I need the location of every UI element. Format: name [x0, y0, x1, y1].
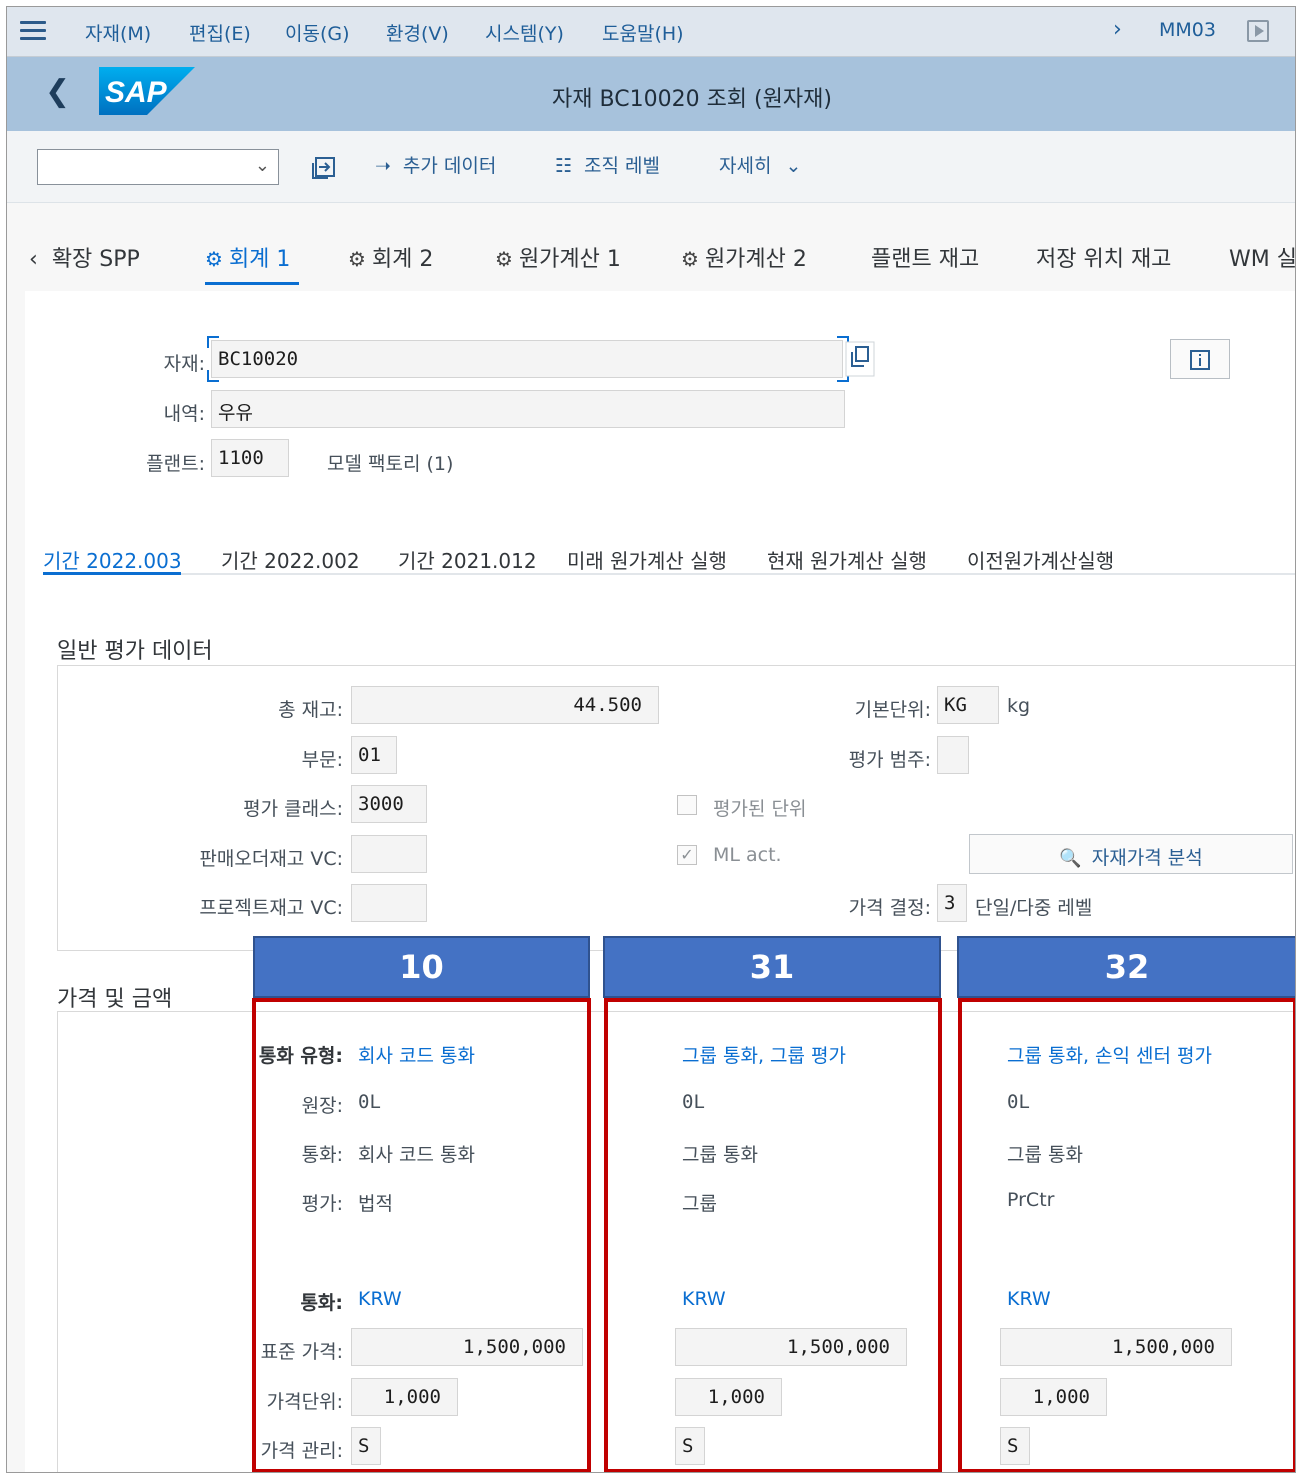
more-button[interactable]: 자세히 ⌄: [719, 151, 801, 178]
price-determination-text: 단일/다중 레벨: [975, 897, 1093, 919]
tab-costing-1[interactable]: ⚙ 원가계산 1: [495, 241, 621, 273]
chevron-down-icon: ⌄: [785, 155, 802, 177]
page-title: 자재 BC10020 조회 (원자재): [552, 87, 832, 112]
focus-corner: [207, 370, 219, 382]
sales-order-stock-vc-label: 판매오더재고 VC:: [199, 848, 343, 870]
menu-help[interactable]: 도움말(H): [602, 19, 684, 46]
org-hierarchy-icon: ☷: [555, 155, 573, 177]
highlight-box-32: [958, 998, 1295, 1472]
project-stock-vc-field[interactable]: [351, 884, 427, 922]
copy-icon[interactable]: [845, 341, 875, 377]
tab-future-costing[interactable]: 미래 원가계산 실행: [567, 545, 727, 574]
ml-act-checkbox[interactable]: ✓: [677, 845, 697, 865]
division-field[interactable]: 01: [351, 736, 397, 774]
base-unit-text: kg: [1007, 695, 1031, 717]
total-stock-field[interactable]: 44.500: [351, 686, 659, 724]
description-field[interactable]: 우유: [211, 390, 845, 428]
highlight-box-10: [252, 998, 591, 1472]
base-unit-label: 기본단위:: [854, 699, 931, 721]
general-valuation-title: 일반 평가 데이터: [57, 639, 213, 664]
arrow-right-icon: ➝: [375, 155, 391, 177]
ml-act-label: ML act.: [713, 844, 782, 866]
tab-current-costing[interactable]: 현재 원가계산 실행: [767, 545, 927, 574]
menu-environment[interactable]: 환경(V): [386, 19, 449, 46]
plant-label: 플랜트:: [146, 453, 205, 475]
tab-period-2021-012[interactable]: 기간 2021.012: [398, 545, 537, 574]
tab-extend-spp[interactable]: ‹ 확장 SPP: [29, 241, 140, 273]
menu-goto[interactable]: 이동(G): [285, 19, 350, 46]
sales-order-stock-vc-field[interactable]: [351, 835, 427, 873]
currency-type-header-10: 10: [253, 936, 590, 998]
tab-period-2022-002[interactable]: 기간 2022.002: [221, 545, 360, 574]
currency-type-header-32: 32: [957, 936, 1295, 998]
sap-window: 자재(M) 편집(E) 이동(G) 환경(V) 시스템(Y) 도움말(H) › …: [6, 6, 1296, 1473]
active-subtab-indicator: [43, 572, 181, 575]
tab-plant-stock[interactable]: 플랜트 재고: [871, 241, 979, 273]
gear-icon: ⚙: [495, 247, 513, 271]
gear-icon: ⚙: [348, 247, 366, 271]
view-tab-bar: ‹ 확장 SPP ⚙ 회계 1 ⚙ 회계 2 ⚙ 원가계산 1 ⚙ 원가계산 2 플랜트 …: [7, 203, 1295, 291]
search-money-icon: 🔍: [1059, 848, 1082, 869]
subtab-divider: [43, 573, 1295, 575]
toolbar: ⌄ ➝ 추가 데이터 ☷ 조직 레벨 자세히 ⌄: [7, 131, 1295, 203]
valuation-class-label: 평가 클래스:: [243, 798, 343, 820]
currency-type-header-31: 31: [603, 936, 941, 998]
description-label: 내역:: [163, 403, 205, 425]
base-unit-field[interactable]: KG: [937, 686, 999, 724]
menu-edit[interactable]: 편집(E): [189, 19, 251, 46]
prices-amounts-title: 가격 및 금액: [57, 987, 173, 1012]
menu-bar: 자재(M) 편집(E) 이동(G) 환경(V) 시스템(Y) 도움말(H) › …: [7, 7, 1295, 57]
valuation-category-label: 평가 범주:: [848, 749, 931, 771]
material-price-analysis-button[interactable]: 🔍 자재가격 분석: [969, 834, 1293, 874]
transaction-code: MM03: [1159, 19, 1216, 41]
material-field[interactable]: BC10020: [211, 340, 843, 378]
info-icon: [1190, 350, 1210, 370]
execute-icon[interactable]: [1247, 20, 1269, 42]
org-levels-button[interactable]: ☷ 조직 레벨: [555, 151, 660, 178]
tab-costing-2[interactable]: ⚙ 원가계산 2: [681, 241, 807, 273]
title-bar: ❮ SAP 자재 BC10020 조회 (원자재): [7, 57, 1295, 131]
chevron-down-icon: ⌄: [254, 155, 270, 176]
toolbar-dropdown[interactable]: ⌄: [37, 149, 279, 185]
tab-storage-location-stock[interactable]: 저장 위치 재고: [1036, 241, 1171, 273]
plant-field[interactable]: 1100: [211, 439, 289, 477]
highlight-box-31: [604, 998, 942, 1472]
tab-previous-costing[interactable]: 이전원가계산실행: [967, 545, 1114, 574]
switch-display-icon[interactable]: [311, 155, 337, 181]
active-tab-indicator: [205, 282, 299, 285]
focus-corner: [207, 336, 219, 348]
tab-accounting-1[interactable]: ⚙ 회계 1: [205, 241, 290, 273]
total-stock-label: 총 재고:: [278, 699, 343, 721]
chevron-right-icon[interactable]: ›: [1113, 17, 1122, 42]
plant-name: 모델 팩토리 (1): [327, 453, 454, 475]
chevron-left-icon: ‹: [29, 247, 38, 272]
hamburger-menu-icon[interactable]: [20, 21, 46, 41]
gear-icon: ⚙: [205, 247, 223, 271]
price-determination-label: 가격 결정:: [848, 897, 931, 919]
additional-data-button[interactable]: ➝ 추가 데이터: [375, 151, 496, 178]
tab-wm[interactable]: WM 실: [1229, 241, 1295, 273]
project-stock-vc-label: 프로젝트재고 VC:: [199, 897, 343, 919]
division-label: 부문:: [301, 749, 343, 771]
valuated-unit-checkbox[interactable]: [677, 795, 697, 815]
material-label: 자재:: [163, 353, 205, 375]
valuated-unit-label: 평가된 단위: [713, 798, 807, 820]
info-button[interactable]: [1170, 339, 1230, 379]
menu-material[interactable]: 자재(M): [85, 19, 151, 46]
valuation-category-field[interactable]: [937, 736, 969, 774]
tab-accounting-2[interactable]: ⚙ 회계 2: [348, 241, 433, 273]
menu-system[interactable]: 시스템(Y): [485, 19, 564, 46]
gear-icon: ⚙: [681, 247, 699, 271]
price-determination-field[interactable]: 3: [937, 884, 967, 922]
valuation-class-field[interactable]: 3000: [351, 785, 427, 823]
tab-period-2022-003[interactable]: 기간 2022.003: [43, 545, 182, 574]
